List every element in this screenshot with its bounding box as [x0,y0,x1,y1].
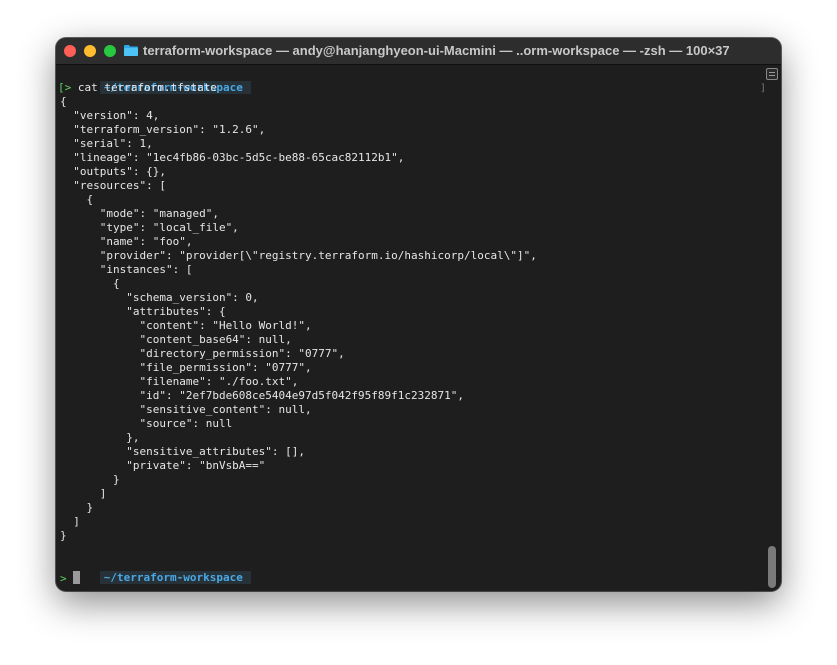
scroll-menu-button[interactable] [766,68,778,80]
active-prompt-line[interactable]: > [60,571,81,585]
output-line: "filename": "./foo.txt", [60,375,299,388]
output-line: } [60,529,67,542]
output-line: { [60,193,94,206]
output-line: } [60,473,120,486]
output-line: "id": "2ef7bde608ce5404e97d5f042f95f89f1… [60,389,464,402]
command-line: [> cat terraform.tfstate [58,81,217,95]
vertical-scrollbar[interactable] [768,546,776,588]
prompt-path-line: ~/terraform-workspace [60,67,251,94]
output-line: "file_permission": "0777", [60,361,312,374]
output-line: { [60,277,120,290]
output-line: } [60,501,94,514]
line-end-marker: ] [760,83,767,94]
output-line: "mode": "managed", [60,207,219,220]
output-line: "version": 4, [60,109,160,122]
output-line: ] [60,515,80,528]
output-line: "outputs": {}, [60,165,166,178]
output-line: "source": null [60,417,233,430]
output-line: "type": "local_file", [60,221,239,234]
window-title: terraform-workspace — andy@hanjanghyeon-… [143,43,730,58]
output-line: ] [60,487,107,500]
zoom-button[interactable] [104,45,116,57]
command-text: cat terraform.tfstate [77,81,217,94]
text-cursor [73,571,81,584]
output-line: "sensitive_attributes": [], [60,445,306,458]
line-start-marker: [ [58,81,65,94]
output-line: }, [60,431,140,444]
output-line: "attributes": { [60,305,226,318]
terminal-content[interactable]: ~/terraform-workspace [> cat terraform.t… [58,67,760,587]
folder-icon [124,45,138,56]
output-line: "schema_version": 0, [60,291,259,304]
minimize-button[interactable] [84,45,96,57]
output-line: "sensitive_content": null, [60,403,312,416]
prompt-path-line-2: ~/terraform-workspace [60,557,251,584]
output-line: "resources": [ [60,179,166,192]
output-line: "name": "foo", [60,235,193,248]
output-line: "serial": 1, [60,137,153,150]
output-line: "instances": [ [60,263,193,276]
output-line: "lineage": "1ec4fb86-03bc-5d5c-be88-65ca… [60,151,405,164]
output-line: "private": "bnVsbA==" [60,459,266,472]
close-button[interactable] [64,45,76,57]
prompt-arrow-2: > [60,572,67,585]
output-line: "content_base64": null, [60,333,292,346]
prompt-arrow: > [64,81,72,94]
prompt-path-2: ~/terraform-workspace [99,571,251,584]
output-line: "directory_permission": "0777", [60,347,345,360]
title-bar[interactable]: terraform-workspace — andy@hanjanghyeon-… [56,38,781,65]
output-line: "terraform_version": "1.2.6", [60,123,266,136]
output-line: "content": "Hello World!", [60,319,312,332]
output-line: { [60,95,67,108]
output-line: "provider": "provider[\"registry.terrafo… [60,249,537,262]
terminal-window: terraform-workspace — andy@hanjanghyeon-… [56,38,781,591]
